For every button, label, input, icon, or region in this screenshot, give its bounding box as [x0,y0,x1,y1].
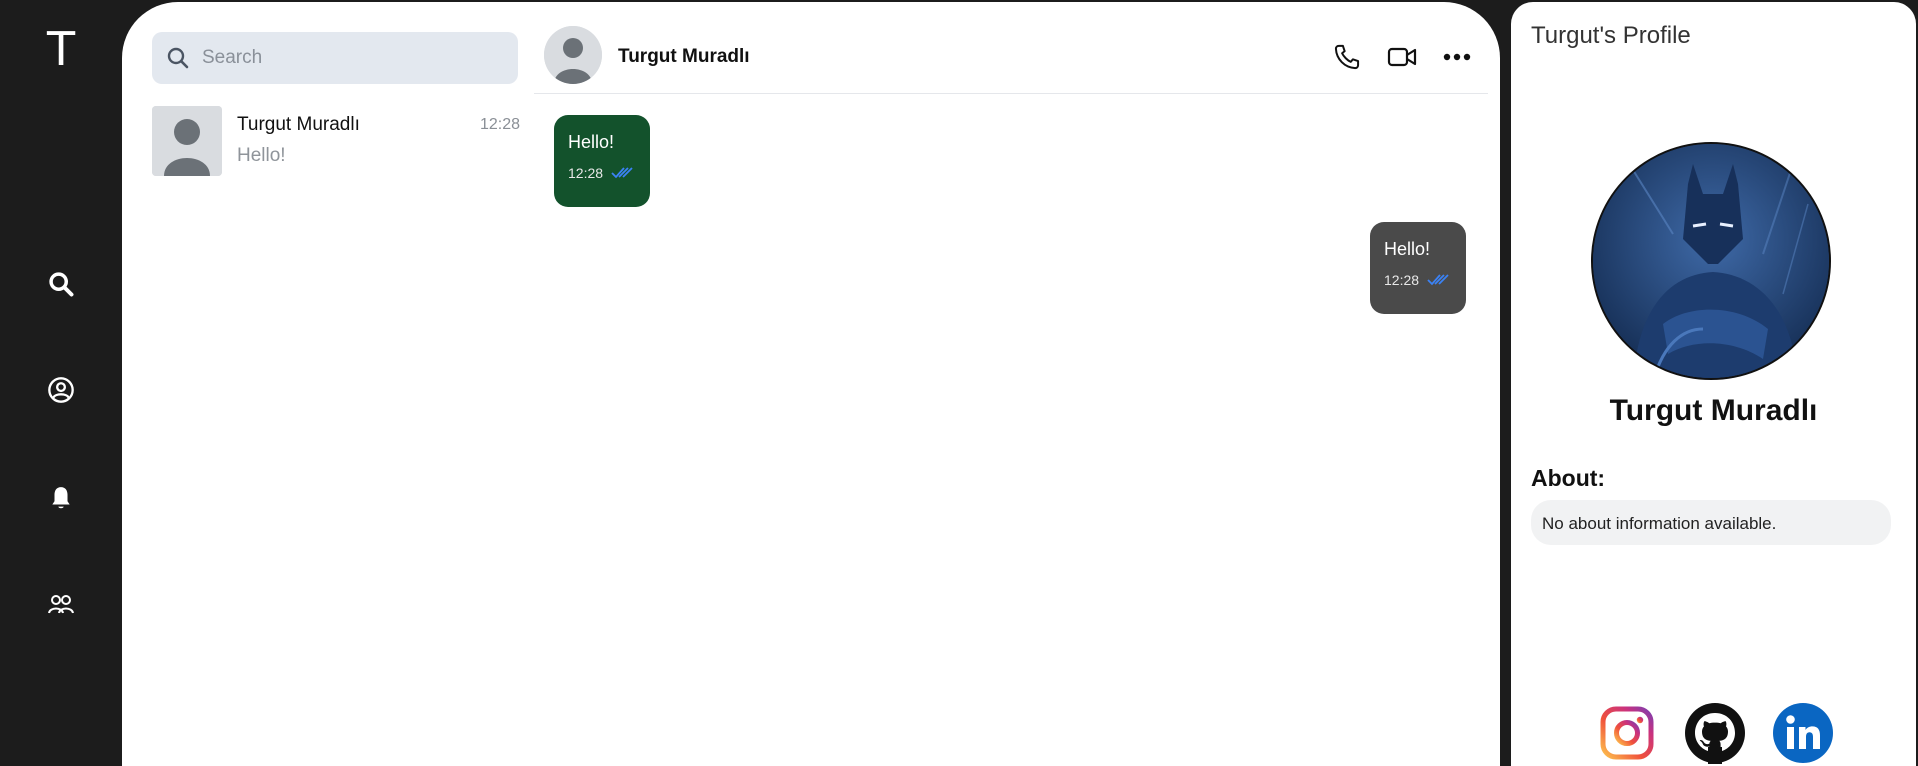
message-incoming[interactable]: Hello! 12:28 [554,115,650,207]
search-icon [49,272,74,297]
avatar[interactable] [544,26,602,84]
nav-profile-button[interactable] [45,374,77,406]
double-check-icon [611,167,633,179]
more-icon [1443,53,1471,61]
user-circle-icon [48,377,74,403]
profile-name: Turgut Muradlı [1609,394,1818,427]
more-options-button[interactable] [1440,40,1474,74]
chat-list-item[interactable]: Turgut Muradlı 12:28 Hello! [152,106,520,178]
nav-contacts-button[interactable] [45,588,77,620]
message-text: Hello! [568,132,615,152]
phone-icon [1334,44,1360,70]
linkedin-icon [1773,703,1833,763]
chat-last-message: Hello! [237,145,286,166]
video-call-button[interactable] [1385,40,1419,74]
left-nav-rail: T [0,0,122,766]
github-icon [1685,703,1745,764]
search-bar[interactable] [152,32,518,84]
message-time: 12:28 [1384,272,1420,288]
chat-panel: Turgut Muradlı 12:28 Hello! Turgut Murad… [122,2,1500,766]
profile-title: Turgut's Profile [1531,22,1691,49]
conversation-header: Turgut Muradlı [534,2,1488,94]
chat-contact-name: Turgut Muradlı [237,114,360,135]
messenger-app: T Search Turgut Muradlı 12:28 Hello! Tur… [0,0,1918,766]
profile-photo-image [1593,144,1829,378]
chat-timestamp: 12:28 [479,116,520,133]
about-text: No about information available. [1531,500,1891,545]
instagram-icon [1600,706,1654,760]
search-input[interactable] [202,47,502,69]
app-logo: T [46,22,76,76]
about-label: About: [1531,465,1606,491]
nav-search-button[interactable] [45,268,77,300]
voice-call-button[interactable] [1330,40,1364,74]
default-avatar-icon [544,26,602,84]
avatar [152,106,222,176]
nav-notifications-button[interactable] [45,482,77,514]
message-text: Hello! [1384,239,1431,259]
bell-icon [52,487,70,509]
instagram-link[interactable] [1596,702,1658,764]
conversation-contact-name: Turgut Muradlı [618,46,750,67]
users-icon [48,595,74,614]
message-time: 12:28 [568,165,604,181]
double-check-icon [1427,274,1449,286]
video-icon [1387,47,1417,67]
search-icon [167,47,189,69]
linkedin-link[interactable] [1772,702,1834,764]
default-avatar-icon [152,106,222,176]
profile-panel: Turgut's Profile Turgut Muradlı About: N… [1511,2,1916,766]
profile-photo [1591,142,1831,380]
github-link[interactable] [1684,702,1746,764]
message-outgoing[interactable]: Hello! 12:28 [1370,222,1466,314]
